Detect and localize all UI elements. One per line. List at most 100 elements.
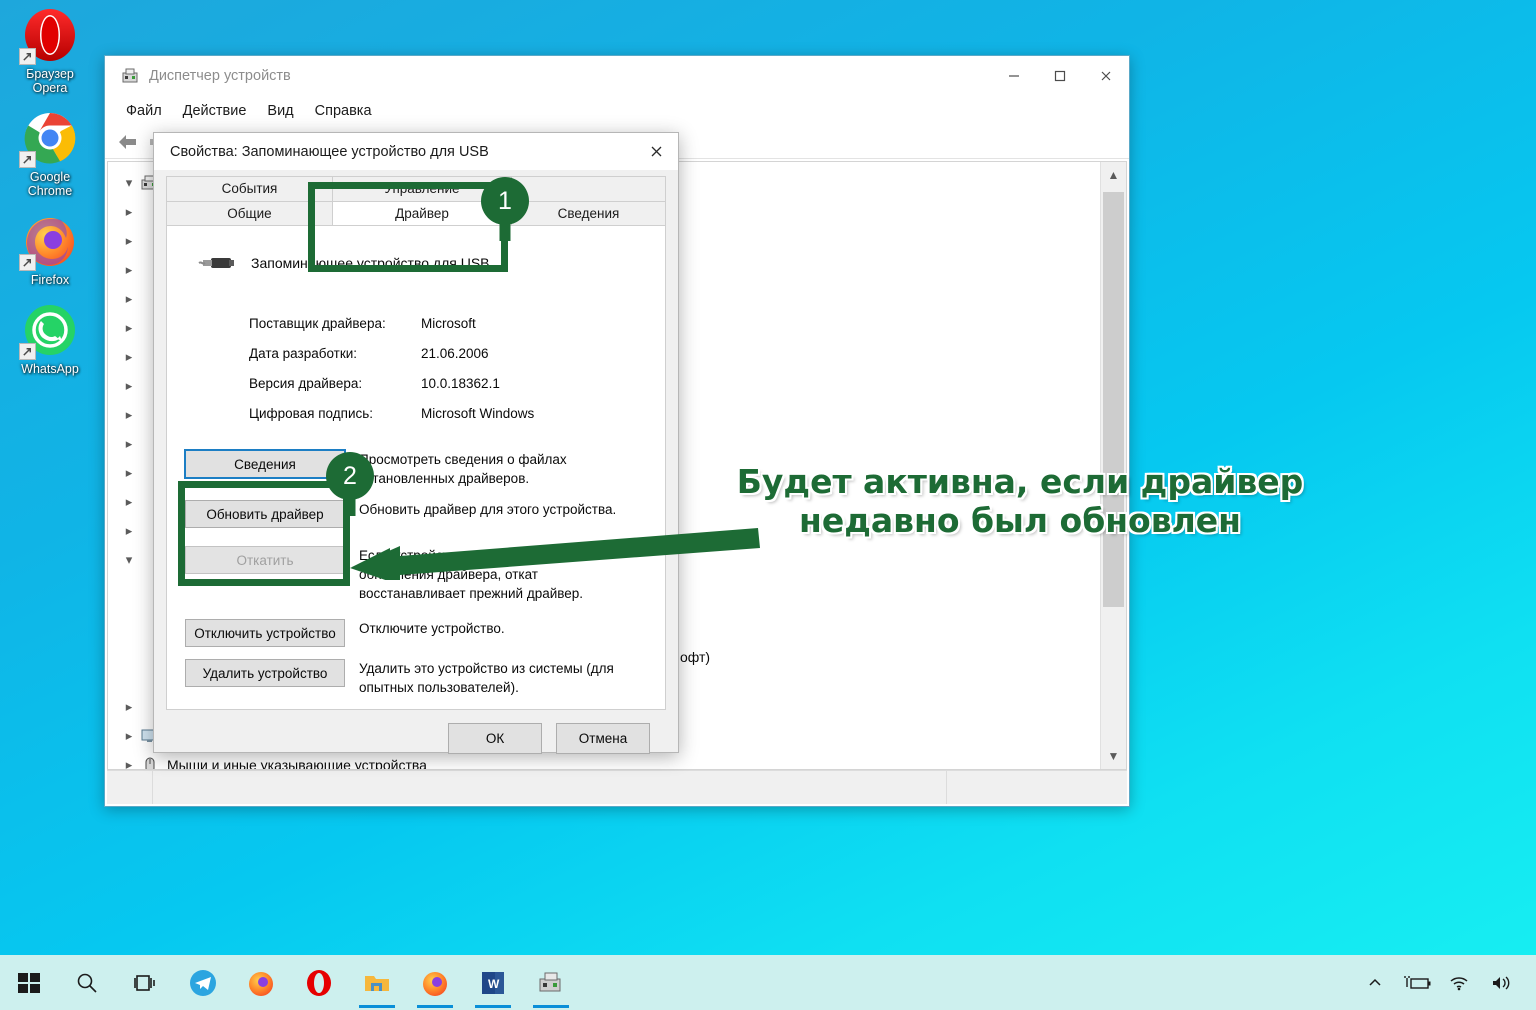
driver-info-row: Поставщик драйвера: Microsoft [249, 308, 647, 338]
chevron-right-icon[interactable]: ▸ [118, 728, 140, 744]
svg-text:W: W [488, 977, 500, 991]
desktop: Браузер Opera Google Chrome Firefox What… [0, 0, 1536, 1010]
desktop-icon-label: Firefox [30, 273, 70, 287]
wifi-icon[interactable] [1438, 955, 1480, 1010]
whatsapp-icon [19, 301, 79, 360]
properties-dialog: Свойства: Запоминающее устройство для US… [153, 132, 679, 754]
action-row-disable: Отключить устройство Отключите устройств… [185, 619, 647, 647]
driver-info-list: Поставщик драйвера: Microsoft Дата разра… [249, 308, 647, 428]
cancel-button[interactable]: Отмена [556, 722, 650, 754]
chevron-right-icon[interactable]: ▸ [118, 699, 140, 715]
maximize-button[interactable] [1037, 56, 1083, 96]
desktop-icon-google-chrome[interactable]: Google Chrome [2, 109, 98, 198]
shortcut-arrow-icon [19, 254, 36, 271]
chevron-down-icon[interactable]: ▾ [118, 175, 140, 191]
file-explorer-icon[interactable] [348, 955, 406, 1010]
chevron-right-icon[interactable]: ▸ [118, 523, 140, 539]
driver-details-button[interactable]: Сведения [184, 449, 346, 479]
status-pane-2 [153, 771, 947, 804]
chevron-right-icon[interactable]: ▸ [118, 465, 140, 481]
scroll-down-arrow-icon[interactable]: ▼ [1101, 743, 1126, 769]
chevron-right-icon[interactable]: ▸ [118, 262, 140, 278]
tab-events[interactable]: События [166, 176, 333, 201]
disable-device-button[interactable]: Отключить устройство [185, 619, 345, 647]
chevron-right-icon[interactable]: ▸ [118, 233, 140, 249]
start-button[interactable] [0, 955, 58, 1010]
menu-action[interactable]: Действие [174, 100, 256, 122]
tab-details[interactable]: Сведения [511, 201, 666, 226]
device-manager-titlebar[interactable]: Диспетчер устройств [105, 56, 1129, 96]
properties-dialog-content: События Управление электропитанием Общие… [154, 170, 678, 766]
firefox-icon [19, 212, 79, 271]
chevron-right-icon[interactable]: ▸ [118, 320, 140, 336]
scrollbar-thumb[interactable] [1103, 192, 1124, 607]
scroll-up-arrow-icon[interactable]: ▲ [1101, 162, 1126, 188]
menu-file[interactable]: Файл [117, 100, 171, 122]
chevron-right-icon[interactable]: ▸ [118, 378, 140, 394]
update-driver-button[interactable]: Обновить драйвер [185, 500, 345, 528]
uninstall-device-button[interactable]: Удалить устройство [185, 659, 345, 687]
chevron-right-icon[interactable]: ▸ [118, 494, 140, 510]
rollback-driver-button[interactable]: Откатить [185, 546, 345, 574]
desktop-icon-opera-browser[interactable]: Браузер Opera [2, 6, 98, 95]
device-manager-statusbar [107, 770, 1127, 804]
close-button[interactable] [1083, 56, 1129, 96]
annotation-note: Будет активна, если драйвер недавно был … [736, 462, 1304, 540]
driver-provider-value: Microsoft [421, 315, 476, 331]
back-arrow-icon[interactable] [113, 129, 143, 155]
chrome-icon [19, 109, 79, 168]
device-manager-title: Диспетчер устройств [149, 68, 291, 84]
battery-icon[interactable] [1396, 955, 1438, 1010]
properties-tabstrip: События Управление электропитанием Общие… [166, 176, 666, 226]
desktop-icon-label: Браузер Opera [26, 67, 74, 95]
chevron-right-icon[interactable]: ▸ [118, 757, 140, 770]
telegram-icon[interactable] [174, 955, 232, 1010]
shortcut-arrow-icon [19, 151, 36, 168]
properties-dialog-footer: ОК Отмена [166, 710, 666, 766]
chevron-down-icon[interactable]: ▾ [118, 552, 140, 568]
firefox-window-icon[interactable] [406, 955, 464, 1010]
chevron-right-icon[interactable]: ▸ [118, 291, 140, 307]
close-icon[interactable] [634, 133, 678, 170]
uninstall-device-description: Удалить это устройство из системы (для о… [359, 661, 614, 695]
search-icon[interactable] [58, 955, 116, 1010]
opera-icon [19, 6, 79, 65]
annotation-arrow-icon [350, 528, 760, 580]
device-manager-icon[interactable] [522, 955, 580, 1010]
menu-help[interactable]: Справка [306, 100, 381, 122]
minimize-button[interactable] [991, 56, 1037, 96]
desktop-icon-whatsapp[interactable]: WhatsApp [2, 301, 98, 376]
show-hidden-icons-icon[interactable] [1354, 955, 1396, 1010]
desktop-icon-firefox[interactable]: Firefox [2, 212, 98, 287]
tab-row-upper: События Управление электропитанием [166, 176, 666, 220]
device-manager-menubar: Файл Действие Вид Справка [105, 96, 1129, 126]
menu-view[interactable]: Вид [258, 100, 302, 122]
action-row-uninstall: Удалить устройство Удалить это устройств… [185, 659, 647, 697]
tab-upper-third[interactable] [511, 176, 666, 201]
action-row-details: Сведения Просмотреть сведения о файлах у… [184, 449, 647, 488]
tab-general[interactable]: Общие [166, 201, 333, 226]
desktop-icon-list: Браузер Opera Google Chrome Firefox What… [0, 0, 100, 390]
driver-details-description: Просмотреть сведения о файлах установлен… [359, 452, 567, 486]
task-view-icon[interactable] [116, 955, 174, 1010]
volume-icon[interactable] [1480, 955, 1522, 1010]
window-controls [991, 56, 1129, 96]
ok-button[interactable]: ОК [448, 722, 542, 754]
chevron-right-icon[interactable]: ▸ [118, 349, 140, 365]
opera-icon[interactable] [290, 955, 348, 1010]
shortcut-arrow-icon [19, 48, 36, 65]
driver-tab-panel: Запоминающее устройство для USB Поставщи… [166, 225, 666, 710]
firefox-icon[interactable] [232, 955, 290, 1010]
properties-dialog-title: Свойства: Запоминающее устройство для US… [170, 143, 489, 160]
chevron-right-icon[interactable]: ▸ [118, 204, 140, 220]
properties-dialog-titlebar[interactable]: Свойства: Запоминающее устройство для US… [154, 133, 678, 170]
chevron-right-icon[interactable]: ▸ [118, 407, 140, 423]
taskbar: W [0, 955, 1536, 1010]
tab-row-lower: Общие Драйвер Сведения [166, 201, 666, 226]
device-name: Запоминающее устройство для USB [251, 255, 490, 271]
word-icon[interactable]: W [464, 955, 522, 1010]
disable-device-description: Отключите устройство. [359, 621, 505, 636]
driver-info-row: Цифровая подпись: Microsoft Windows [249, 398, 647, 428]
desktop-icon-label: WhatsApp [21, 362, 79, 376]
chevron-right-icon[interactable]: ▸ [118, 436, 140, 452]
